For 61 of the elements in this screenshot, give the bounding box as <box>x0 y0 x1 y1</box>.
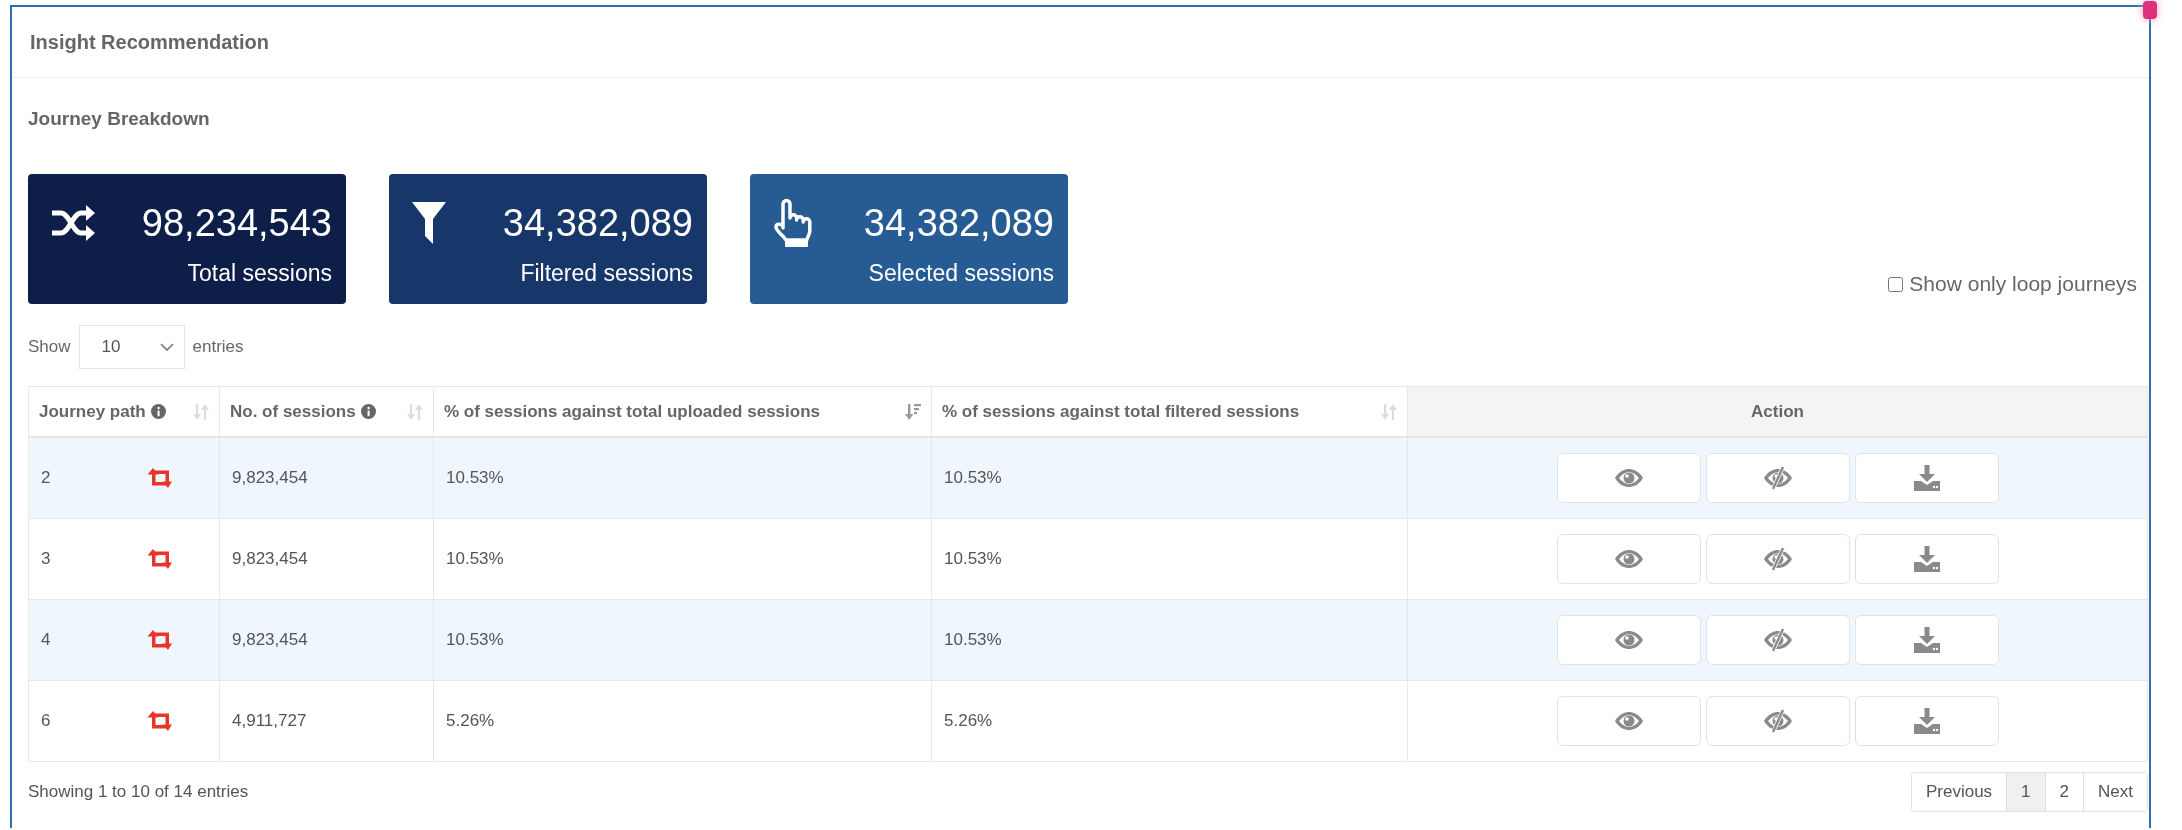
panel-title: Insight Recommendation <box>30 30 269 54</box>
page-length-select[interactable]: 10 <box>78 325 185 369</box>
eye-icon <box>1613 711 1644 731</box>
download-button[interactable] <box>1854 615 1999 665</box>
download-button[interactable] <box>1854 534 1999 584</box>
download-button[interactable] <box>1854 453 1999 503</box>
eye-slash-icon <box>1762 628 1793 652</box>
hide-button[interactable] <box>1705 453 1850 503</box>
table-cell: 10.53% <box>944 468 1002 487</box>
stat-label: Total sessions <box>187 260 332 287</box>
next-button[interactable]: Next <box>2083 773 2147 811</box>
table-info: Showing 1 to 10 of 14 entries <box>28 782 249 802</box>
view-button[interactable] <box>1556 615 1701 665</box>
view-button[interactable] <box>1556 453 1701 503</box>
table-cell: 9,823,454 <box>232 549 308 568</box>
length-label: entries <box>192 337 244 357</box>
view-button[interactable] <box>1556 534 1701 584</box>
stat-label: Selected sessions <box>868 260 1054 287</box>
page-button[interactable]: 1 <box>2006 773 2045 811</box>
download-icon <box>1913 546 1940 572</box>
eye-slash-icon <box>1762 466 1793 490</box>
table-cell: 4,911,727 <box>232 711 307 730</box>
eye-slash-icon <box>1762 709 1793 733</box>
table-cell-text: 2 <box>41 468 52 488</box>
table-cell: 5.26% <box>446 711 495 730</box>
table-cell: 9,823,454 <box>232 630 308 649</box>
section-title: Journey Breakdown <box>28 108 211 130</box>
table-cell: 10.53% <box>944 549 1002 568</box>
stat-value: 34,382,089 <box>863 201 1054 245</box>
download-icon <box>1913 465 1940 491</box>
eye-icon <box>1613 549 1644 569</box>
hide-button[interactable] <box>1705 696 1850 746</box>
table-cell: 10.53% <box>446 630 504 649</box>
table-cell: 10.53% <box>446 549 504 568</box>
table-cell: 10.53% <box>944 630 1002 649</box>
table-cell-text: 4 <box>41 630 52 650</box>
eye-icon <box>1613 468 1644 488</box>
eye-slash-icon <box>1762 547 1793 571</box>
table-cell-text: 3 <box>41 549 52 569</box>
hide-button[interactable] <box>1705 534 1850 584</box>
checkbox[interactable] <box>1888 276 1904 292</box>
download-icon <box>1913 708 1940 734</box>
view-button[interactable] <box>1556 696 1701 746</box>
download-icon <box>1913 627 1940 653</box>
download-button[interactable] <box>1854 696 1999 746</box>
stat-label: Filtered sessions <box>520 260 693 287</box>
table-cell-text: 6 <box>41 711 52 731</box>
table-cell: 5.26% <box>944 711 993 730</box>
stat-value: 98,234,543 <box>141 201 332 245</box>
shuffle-icon <box>50 203 96 243</box>
column-header: Action <box>1407 386 2148 437</box>
hide-button[interactable] <box>1705 615 1850 665</box>
table-cell: 9,823,454 <box>232 468 308 487</box>
table-cell: 10.53% <box>446 468 504 487</box>
stat-value: 34,382,089 <box>502 201 693 245</box>
funnel-icon <box>411 201 447 245</box>
checkbox-label[interactable]: Show only loop journeys <box>1909 272 2137 296</box>
eye-icon <box>1613 630 1644 650</box>
length-label: Show <box>28 337 71 357</box>
pointing-hand-icon <box>772 198 812 248</box>
chevron-down-icon <box>159 342 174 352</box>
